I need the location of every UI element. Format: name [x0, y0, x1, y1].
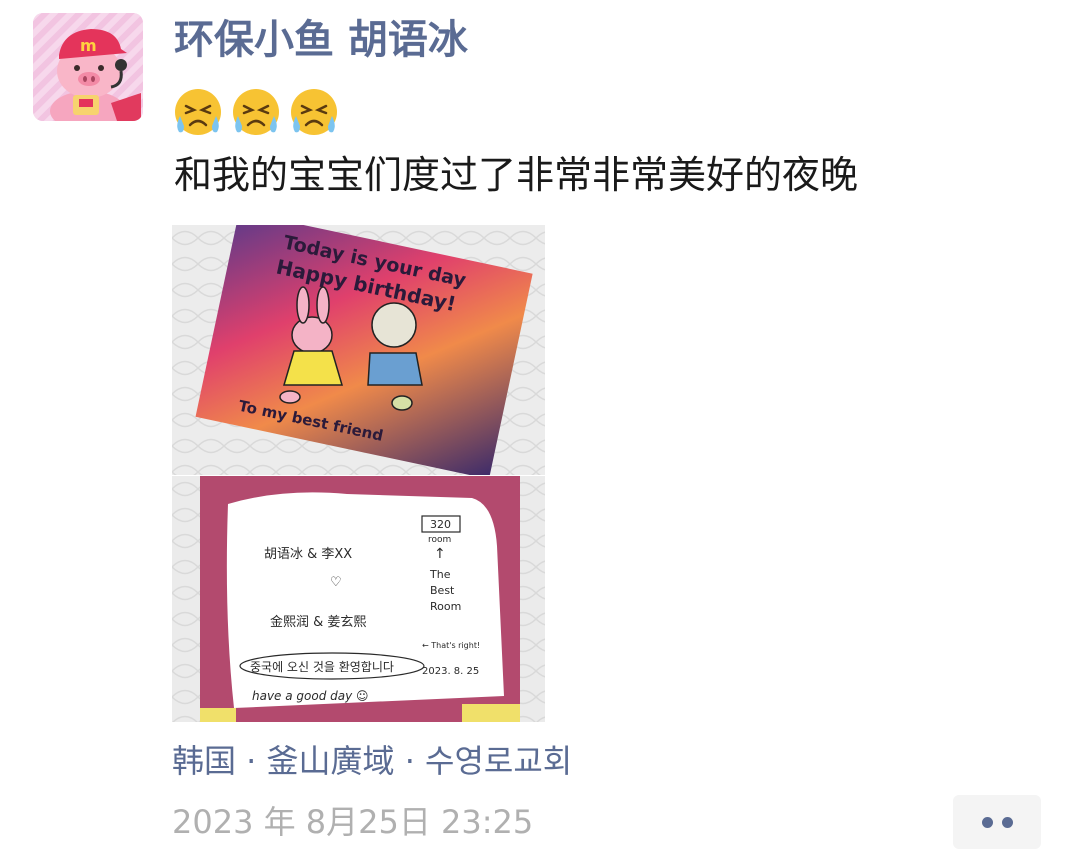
username[interactable]: 环保小鱼 胡语冰 — [174, 12, 468, 68]
photo-card-inside[interactable]: 320 room ↑ The Best Room 胡语冰 & 李XX ♡ 金熙润… — [172, 476, 545, 722]
emoji-row — [172, 86, 340, 138]
pig-avatar-icon: m — [33, 13, 143, 121]
korean-welcome: 중국에 오신 것을 환영합니다 — [250, 660, 394, 674]
crying-face-icon — [291, 89, 337, 135]
room-label: room — [428, 535, 451, 545]
thats-right-note: ← That's right! — [422, 641, 480, 650]
avatar[interactable]: m — [33, 13, 143, 121]
heart-doodle: ♡ — [330, 575, 342, 590]
room-number: 320 — [430, 518, 451, 531]
crying-face-icon — [233, 89, 279, 135]
arrow-up: ↑ — [434, 546, 446, 562]
svg-text:m: m — [80, 36, 97, 55]
dot-icon — [1001, 816, 1013, 828]
names-line-1: 胡语冰 & 李XX — [264, 547, 352, 562]
more-options-button[interactable] — [953, 795, 1041, 849]
names-line-2: 金熙润 & 姜玄熙 — [270, 614, 366, 630]
have-a-good-day: have a good day ☺ — [252, 689, 369, 703]
crying-face-icon — [175, 89, 221, 135]
card-date: 2023. 8. 25 — [422, 666, 479, 677]
dot-icon — [981, 816, 993, 828]
post-text: 和我的宝宝们度过了非常非常美好的夜晚 — [174, 153, 859, 197]
photo-card-front[interactable]: Today is your day Happy birthday! To my … — [172, 225, 545, 475]
post-timestamp: 2023 年 8月25日 23:25 — [172, 803, 534, 841]
best-room-3: Room — [430, 600, 461, 613]
location-link[interactable]: 韩国 · 釜山廣域 · 수영로교회 — [172, 738, 572, 784]
best-room-1: The — [429, 568, 451, 581]
best-room-2: Best — [430, 584, 455, 597]
